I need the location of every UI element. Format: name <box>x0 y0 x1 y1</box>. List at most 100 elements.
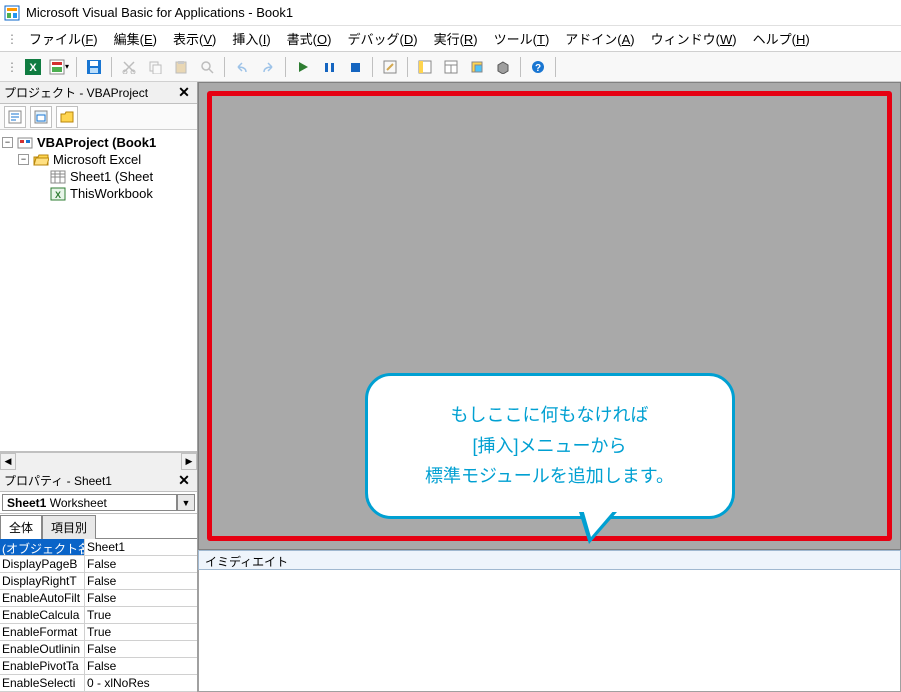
annotation-line3: 標準モジュールを追加します。 <box>396 461 704 492</box>
property-row[interactable]: EnablePivotTaFalse <box>0 658 197 675</box>
property-row[interactable]: EnableFormatTrue <box>0 624 197 641</box>
property-row[interactable]: EnableAutoFiltFalse <box>0 590 197 607</box>
menu-insert[interactable]: 挿入(I) <box>225 26 277 51</box>
prop-name: DisplayPageB <box>0 556 85 572</box>
close-icon[interactable]: ✕ <box>175 84 193 102</box>
project-tree[interactable]: − VBAProject (Book1 − Microsoft Excel Sh… <box>0 130 197 452</box>
prop-value[interactable]: True <box>85 624 197 640</box>
prop-value[interactable]: False <box>85 556 197 572</box>
project-toolbar <box>0 104 197 130</box>
menu-run[interactable]: 実行(R) <box>427 26 485 51</box>
immediate-body[interactable] <box>198 570 901 692</box>
menubar-grip: ⋮ <box>6 32 18 46</box>
tab-all[interactable]: 全体 <box>0 515 42 539</box>
view-object-icon[interactable] <box>30 106 52 128</box>
collapse-icon[interactable]: − <box>18 154 29 165</box>
prop-name: EnableSelecti <box>0 675 85 691</box>
project-icon <box>17 136 33 150</box>
menubar: ⋮ ファイル(F) 編集(E) 表示(V) 挿入(I) 書式(O) デバッグ(D… <box>0 26 901 52</box>
dropdown-icon[interactable]: ▼ <box>177 494 195 511</box>
design-mode-icon[interactable] <box>379 56 401 78</box>
menu-debug[interactable]: デバッグ(D) <box>340 26 424 51</box>
prop-value[interactable]: 0 - xlNoRes <box>85 675 197 691</box>
prop-name: EnablePivotTa <box>0 658 85 674</box>
toolbar-grip: ⋮ <box>6 60 18 74</box>
mdi-area: もしここに何もなければ [挿入]メニューから 標準モジュールを追加します。 <box>198 82 901 550</box>
redo-icon[interactable] <box>257 56 279 78</box>
property-row[interactable]: DisplayRightTFalse <box>0 573 197 590</box>
menu-edit[interactable]: 編集(E) <box>107 26 164 51</box>
scroll-right-icon[interactable]: ▶ <box>181 453 197 470</box>
tree-thisworkbook[interactable]: X ThisWorkbook <box>2 185 195 202</box>
menu-file[interactable]: ファイル(F) <box>22 26 105 51</box>
prop-value[interactable]: False <box>85 641 197 657</box>
toolbox-icon[interactable] <box>492 56 514 78</box>
prop-value[interactable]: True <box>85 607 197 623</box>
annotation-line1: もしここに何もなければ <box>396 400 704 431</box>
tree-sheet1[interactable]: Sheet1 (Sheet <box>2 168 195 185</box>
prop-name: EnableCalcula <box>0 607 85 623</box>
separator <box>111 57 112 77</box>
prop-value[interactable]: False <box>85 658 197 674</box>
svg-text:X: X <box>55 190 61 200</box>
left-pane: プロジェクト - VBAProject ✕ − VBAProject (Book… <box>0 82 198 692</box>
menu-view[interactable]: 表示(V) <box>166 26 223 51</box>
object-selector[interactable]: Sheet1 Worksheet ▼ <box>0 492 197 514</box>
tab-categorized[interactable]: 項目別 <box>42 515 96 539</box>
scrollbar-track[interactable] <box>16 453 181 470</box>
paste-icon[interactable] <box>170 56 192 78</box>
object-browser-icon[interactable] <box>466 56 488 78</box>
project-hscroll[interactable]: ◀ ▶ <box>0 452 197 470</box>
prop-name: (オブジェクト名) <box>0 539 85 555</box>
menu-format[interactable]: 書式(O) <box>280 26 339 51</box>
insert-module-icon[interactable]: ▾ <box>48 56 70 78</box>
collapse-icon[interactable]: − <box>2 137 13 148</box>
object-selector-value: Sheet1 Worksheet <box>2 494 177 511</box>
separator <box>407 57 408 77</box>
workbook-icon: X <box>50 187 66 201</box>
property-row[interactable]: (オブジェクト名)Sheet1 <box>0 539 197 556</box>
properties-panel-title: プロパティ - Sheet1 <box>4 472 112 489</box>
property-row[interactable]: EnableOutlininFalse <box>0 641 197 658</box>
menu-tools[interactable]: ツール(T) <box>487 26 557 51</box>
tree-excel-folder[interactable]: − Microsoft Excel <box>2 151 195 168</box>
scroll-left-icon[interactable]: ◀ <box>0 453 16 470</box>
excel-icon[interactable]: X <box>22 56 44 78</box>
tree-root[interactable]: − VBAProject (Book1 <box>2 134 195 151</box>
find-icon[interactable] <box>196 56 218 78</box>
help-icon[interactable]: ? <box>527 56 549 78</box>
properties-window-icon[interactable] <box>440 56 462 78</box>
cut-icon[interactable] <box>118 56 140 78</box>
menu-addin[interactable]: アドイン(A) <box>558 26 641 51</box>
annotation-line2: [挿入]メニューから <box>396 431 704 462</box>
tree-excel-folder-label: Microsoft Excel <box>53 152 141 167</box>
menu-help[interactable]: ヘルプ(H) <box>746 26 817 51</box>
prop-value[interactable]: False <box>85 573 197 589</box>
separator <box>224 57 225 77</box>
view-code-icon[interactable] <box>4 106 26 128</box>
prop-value[interactable]: Sheet1 <box>85 539 197 555</box>
property-grid[interactable]: (オブジェクト名)Sheet1 DisplayPageBFalse Displa… <box>0 539 197 692</box>
menu-window[interactable]: ウィンドウ(W) <box>644 26 744 51</box>
project-panel-header: プロジェクト - VBAProject ✕ <box>0 82 197 104</box>
undo-icon[interactable] <box>231 56 253 78</box>
folder-toggle-icon[interactable] <box>56 106 78 128</box>
titlebar: Microsoft Visual Basic for Applications … <box>0 0 901 26</box>
folder-open-icon <box>33 154 49 166</box>
prop-value[interactable]: False <box>85 590 197 606</box>
reset-icon[interactable] <box>344 56 366 78</box>
property-row[interactable]: DisplayPageBFalse <box>0 556 197 573</box>
break-icon[interactable] <box>318 56 340 78</box>
close-icon[interactable]: ✕ <box>175 472 193 490</box>
property-row[interactable]: EnableCalculaTrue <box>0 607 197 624</box>
save-icon[interactable] <box>83 56 105 78</box>
run-icon[interactable] <box>292 56 314 78</box>
property-row[interactable]: EnableSelecti0 - xlNoRes <box>0 675 197 692</box>
toolbar: ⋮ X ▾ ? <box>0 52 901 82</box>
project-explorer-icon[interactable] <box>414 56 436 78</box>
separator <box>285 57 286 77</box>
tree-thisworkbook-label: ThisWorkbook <box>70 186 153 201</box>
separator <box>520 57 521 77</box>
copy-icon[interactable] <box>144 56 166 78</box>
bubble-tail <box>579 512 617 544</box>
